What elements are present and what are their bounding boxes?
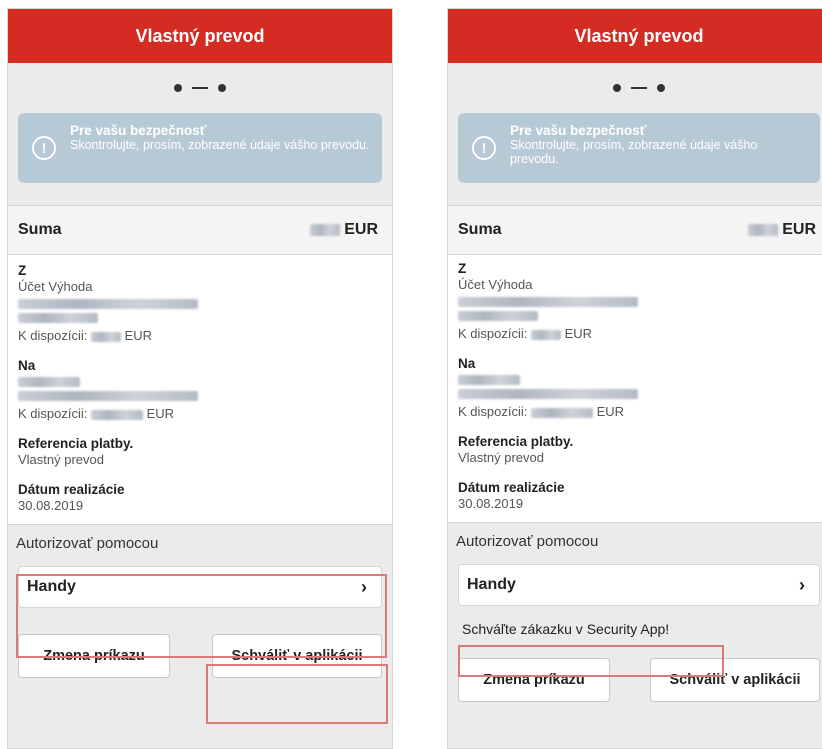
to-available: K dispozícii: EUR bbox=[458, 403, 820, 420]
notice-text: Skontrolujte, prosím, zobrazené údaje vá… bbox=[510, 138, 758, 166]
available-prefix: K dispozícii: bbox=[18, 406, 88, 421]
notice-title: Pre vašu bezpečnosť bbox=[510, 123, 647, 138]
page-title: Vlastný prevod bbox=[8, 9, 392, 63]
sum-currency: EUR bbox=[782, 221, 816, 238]
to-available: K dispozícii: EUR bbox=[18, 405, 382, 422]
info-icon: ! bbox=[472, 136, 496, 160]
available-prefix: K dispozícii: bbox=[458, 326, 528, 341]
change-order-button[interactable]: Zmena príkazu bbox=[458, 658, 610, 702]
page-title: Vlastný prevod bbox=[448, 9, 822, 63]
from-available: K dispozícii: EUR bbox=[18, 327, 382, 344]
sum-label: Suma bbox=[458, 221, 502, 238]
action-buttons: Zmena príkazu Schváliť v aplikácii bbox=[448, 658, 822, 702]
chevron-right-icon: › bbox=[799, 574, 805, 595]
from-account-name: Účet Výhoda bbox=[458, 277, 533, 292]
date-value: 30.08.2019 bbox=[18, 498, 84, 513]
step-dot bbox=[218, 84, 226, 92]
sum-row: Suma EUR bbox=[448, 205, 822, 255]
step-dot bbox=[613, 84, 621, 92]
available-prefix: K dispozícii: bbox=[18, 328, 88, 343]
redacted-recipient bbox=[458, 375, 520, 385]
date-label: Dátum realizácie bbox=[458, 480, 565, 495]
phone-screen-left: Vlastný prevod ! Pre vašu bezpečnosť Sko… bbox=[7, 8, 393, 749]
auth-method-label: Handy bbox=[467, 576, 516, 593]
authorize-label: Autorizovať pomocou bbox=[8, 524, 392, 562]
redacted-balance bbox=[531, 329, 561, 340]
reference-label: Referencia platby. bbox=[458, 434, 574, 449]
from-available: K dispozícii: EUR bbox=[458, 325, 820, 342]
available-currency: EUR bbox=[146, 406, 175, 421]
redacted-balance bbox=[531, 407, 593, 418]
redacted-amount bbox=[748, 224, 779, 236]
from-label: Z bbox=[18, 263, 27, 278]
sum-value: EUR bbox=[310, 221, 378, 239]
info-icon: ! bbox=[32, 136, 56, 160]
approve-in-app-button[interactable]: Schváliť v aplikácii bbox=[212, 634, 382, 678]
available-prefix: K dispozícii: bbox=[458, 404, 528, 419]
auth-method-label: Handy bbox=[27, 578, 76, 595]
available-currency: EUR bbox=[564, 326, 593, 341]
reference-label: Referencia platby. bbox=[18, 436, 134, 451]
reference-value: Vlastný prevod bbox=[18, 452, 104, 467]
step-dot bbox=[657, 84, 665, 92]
step-indicator bbox=[448, 63, 822, 113]
date-value: 30.08.2019 bbox=[458, 496, 524, 511]
to-label: Na bbox=[18, 358, 36, 373]
redacted-balance bbox=[91, 331, 121, 342]
from-label: Z bbox=[458, 261, 467, 276]
step-dash bbox=[631, 87, 647, 89]
redacted-owner bbox=[458, 311, 538, 321]
redacted-balance bbox=[91, 409, 143, 420]
redacted-iban bbox=[18, 299, 198, 309]
sum-label: Suma bbox=[18, 221, 62, 238]
to-label: Na bbox=[458, 356, 476, 371]
redacted-iban bbox=[458, 389, 638, 399]
phone-screen-right: Vlastný prevod ! Pre vašu bezpečnosť Sko… bbox=[447, 8, 822, 749]
redacted-recipient bbox=[18, 377, 80, 387]
notice-text: Skontrolujte, prosím, zobrazené údaje vá… bbox=[70, 138, 370, 152]
notice-title: Pre vašu bezpečnosť bbox=[70, 123, 207, 138]
sum-row: Suma EUR bbox=[8, 205, 392, 255]
sum-value: EUR bbox=[748, 221, 816, 239]
action-buttons: Zmena príkazu Schváliť v aplikácii bbox=[8, 634, 392, 678]
transfer-details: Z Účet Výhoda K dispozícii: EUR Na K dis… bbox=[8, 255, 392, 524]
change-order-button[interactable]: Zmena príkazu bbox=[18, 634, 170, 678]
auth-method-selector[interactable]: Handy › bbox=[18, 566, 382, 608]
step-dot bbox=[174, 84, 182, 92]
available-currency: EUR bbox=[596, 404, 625, 419]
available-currency: EUR bbox=[124, 328, 153, 343]
from-account-name: Účet Výhoda bbox=[18, 279, 93, 294]
security-notice: ! Pre vašu bezpečnosť Skontrolujte, pros… bbox=[18, 113, 382, 183]
reference-value: Vlastný prevod bbox=[458, 450, 544, 465]
chevron-right-icon: › bbox=[361, 576, 367, 597]
security-app-message: Schváľte zákazku v Security App! bbox=[462, 621, 670, 637]
transfer-details: Z Účet Výhoda K dispozícii: EUR Na K dis… bbox=[448, 255, 822, 522]
step-indicator bbox=[8, 63, 392, 113]
redacted-amount bbox=[310, 224, 341, 236]
security-notice: ! Pre vašu bezpečnosť Skontrolujte, pros… bbox=[458, 113, 820, 183]
auth-method-selector[interactable]: Handy › bbox=[458, 564, 820, 606]
sum-currency: EUR bbox=[344, 221, 378, 238]
approve-in-app-button[interactable]: Schváliť v aplikácii bbox=[650, 658, 820, 702]
redacted-iban bbox=[458, 297, 638, 307]
step-dash bbox=[192, 87, 208, 89]
date-label: Dátum realizácie bbox=[18, 482, 125, 497]
redacted-owner bbox=[18, 313, 98, 323]
redacted-iban bbox=[18, 391, 198, 401]
authorize-label: Autorizovať pomocou bbox=[448, 522, 822, 560]
